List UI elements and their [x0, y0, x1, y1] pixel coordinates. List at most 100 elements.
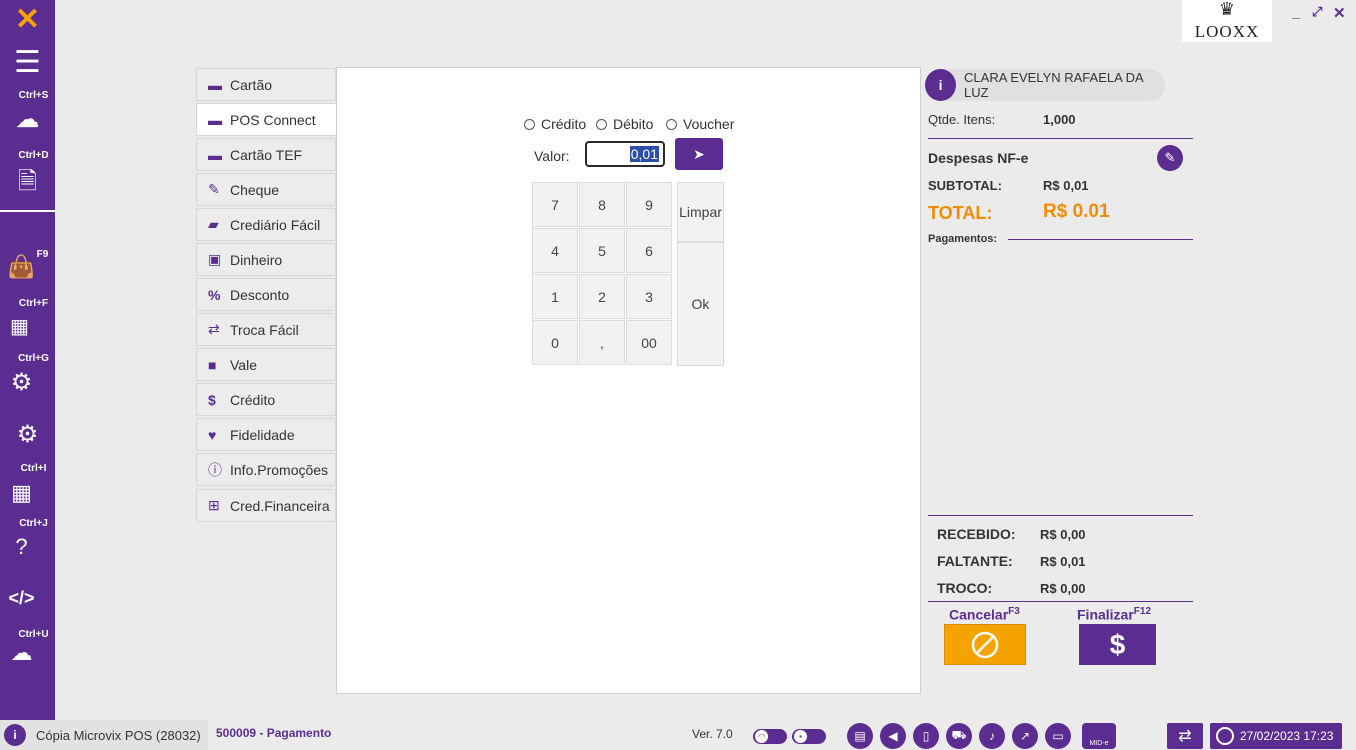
- download-cloud-icon[interactable]: ☁: [0, 640, 49, 666]
- key-0[interactable]: 0: [532, 320, 578, 365]
- qtd-label: Qtde. Itens:: [928, 112, 996, 127]
- edit-icon: ✎: [208, 181, 220, 197]
- maximize-icon[interactable]: ⤢: [1312, 4, 1322, 20]
- method-credito[interactable]: $ Crédito: [196, 383, 336, 416]
- shopping-bag-icon[interactable]: 👜: [0, 254, 49, 280]
- faltante-label: FALTANTE:: [937, 553, 1013, 569]
- finalize-button[interactable]: $: [1079, 624, 1156, 665]
- valor-input-value: 0,01: [629, 146, 659, 162]
- key-comma[interactable]: ,: [579, 320, 625, 365]
- menu-icon[interactable]: ☰: [0, 48, 55, 78]
- brand-logo-text: LOOXX: [1194, 22, 1260, 41]
- key-4[interactable]: 4: [532, 228, 578, 273]
- sidebar-divider: [0, 210, 55, 212]
- mid-e-button[interactable]: MID-e: [1082, 723, 1116, 749]
- radio-credito[interactable]: Crédito: [524, 116, 586, 132]
- shortcut-ctrl-u: Ctrl+U: [18, 629, 49, 640]
- valor-input[interactable]: 0,01: [585, 141, 665, 167]
- key-00[interactable]: 00: [626, 320, 672, 365]
- shortcut-ctrl-s: Ctrl+S: [18, 90, 49, 101]
- wifi-icon: ◠: [754, 729, 769, 744]
- speaker-icon[interactable]: ◀: [880, 723, 906, 749]
- key-8[interactable]: 8: [579, 182, 625, 227]
- phone-icon[interactable]: ▯: [913, 723, 939, 749]
- key-2[interactable]: 2: [579, 274, 625, 319]
- key-7[interactable]: 7: [532, 182, 578, 227]
- method-pos-connect[interactable]: ▬ POS Connect: [196, 103, 338, 136]
- cart-icon[interactable]: ⛟: [946, 723, 972, 749]
- gears-icon[interactable]: ⚙: [0, 368, 49, 397]
- ok-button[interactable]: Ok: [677, 242, 724, 366]
- version-label: Ver. 7.0: [692, 727, 733, 741]
- printer-toggle[interactable]: ▪: [792, 729, 826, 744]
- method-label: Desconto: [230, 286, 290, 303]
- method-info-promocoes[interactable]: ⓘ Info.Promoções: [196, 453, 336, 486]
- cloud-icon[interactable]: ☁: [0, 105, 55, 134]
- radio-label: Voucher: [683, 116, 735, 132]
- method-troca-facil[interactable]: ⇄ Troca Fácil: [196, 313, 336, 346]
- radio-voucher[interactable]: Voucher: [666, 116, 734, 132]
- key-5[interactable]: 5: [579, 228, 625, 273]
- method-vale[interactable]: ■ Vale: [196, 348, 336, 381]
- settings-icon[interactable]: ⚙: [0, 420, 55, 449]
- recebido-label: RECEBIDO:: [937, 526, 1016, 542]
- swap-button[interactable]: ⇄: [1167, 723, 1203, 749]
- gift-icon: ■: [208, 356, 217, 373]
- cancel-icon: [971, 631, 999, 658]
- key-3[interactable]: 3: [626, 274, 672, 319]
- sidebar: ✕ ☰ Ctrl+S ☁ Ctrl+D 🗎 F9 👜 Ctrl+F ▦ Ctrl…: [0, 0, 55, 750]
- method-crediario-facil[interactable]: ▰ Crediário Fácil: [196, 208, 336, 241]
- footer-app: i Cópia Microvix POS (28032): [0, 720, 208, 750]
- pencil-icon: ✎: [1164, 150, 1176, 165]
- share-icon[interactable]: ↗: [1012, 723, 1038, 749]
- info-icon: i: [4, 724, 26, 746]
- printer-icon[interactable]: ▤: [847, 723, 873, 749]
- datetime-text: 27/02/2023 17:23: [1240, 729, 1334, 743]
- method-cheque[interactable]: ✎ Cheque: [196, 173, 336, 206]
- shortcut-ctrl-f: Ctrl+F: [18, 298, 49, 309]
- plus-icon: ⊞: [208, 497, 220, 513]
- info-icon: ⓘ: [208, 461, 222, 478]
- percent-icon: %: [208, 286, 221, 303]
- method-label: Crédito: [230, 391, 276, 408]
- radio-circle: [524, 118, 535, 130]
- total-label: TOTAL:: [928, 203, 993, 223]
- method-cartao[interactable]: ▬ Cartão: [196, 68, 336, 101]
- code-icon[interactable]: </>: [0, 588, 49, 609]
- customer-name: CLARA EVELYN RAFAELA DA LUZ: [964, 70, 1143, 100]
- info-icon: i: [925, 69, 957, 101]
- wifi-toggle[interactable]: ◠: [753, 729, 787, 744]
- method-dinheiro[interactable]: ▣ Dinheiro: [196, 243, 336, 276]
- radio-debito[interactable]: Débito: [596, 116, 653, 132]
- troco-value: R$ 0,00: [1040, 581, 1086, 596]
- valor-label: Valor:: [534, 148, 570, 164]
- brand-logo: ♛ LOOXX: [1182, 0, 1272, 42]
- method-cartao-tef[interactable]: ▬ Cartão TEF: [196, 138, 336, 171]
- key-9[interactable]: 9: [626, 182, 672, 227]
- edit-despesas-button[interactable]: ✎: [1157, 145, 1183, 171]
- cancel-button[interactable]: [944, 624, 1026, 665]
- key-6[interactable]: 6: [626, 228, 672, 273]
- customer-chip[interactable]: i CLARA EVELYN RAFAELA DA LUZ: [925, 69, 1165, 101]
- clock-icon: [1216, 727, 1234, 745]
- method-cred-financeira[interactable]: ⊞ Cred.Financeira: [196, 489, 336, 522]
- method-desconto[interactable]: % Desconto: [196, 278, 336, 311]
- faltante-value: R$ 0,01: [1040, 554, 1086, 569]
- radio-circle: [666, 118, 677, 130]
- cards-icon[interactable]: ▭: [1045, 723, 1071, 749]
- card-icon: ▬: [208, 76, 222, 93]
- key-1[interactable]: 1: [532, 274, 578, 319]
- app-name: Cópia Microvix POS (28032): [36, 727, 201, 743]
- grid-icon[interactable]: ▦: [0, 480, 49, 506]
- qr-code-icon[interactable]: ▦: [0, 314, 47, 339]
- bell-icon[interactable]: ♪: [979, 723, 1005, 749]
- clear-button[interactable]: Limpar: [677, 182, 724, 242]
- help-icon[interactable]: ?: [0, 534, 49, 560]
- send-button[interactable]: ➤: [675, 138, 723, 170]
- qtd-value: 1,000: [1043, 112, 1076, 127]
- minimize-icon[interactable]: _: [1292, 4, 1300, 21]
- close-icon[interactable]: ✕: [1333, 4, 1346, 22]
- finalize-label: FinalizarF12: [1077, 606, 1152, 623]
- document-icon[interactable]: 🗎: [0, 164, 55, 205]
- method-fidelidade[interactable]: ♥ Fidelidade: [196, 418, 336, 451]
